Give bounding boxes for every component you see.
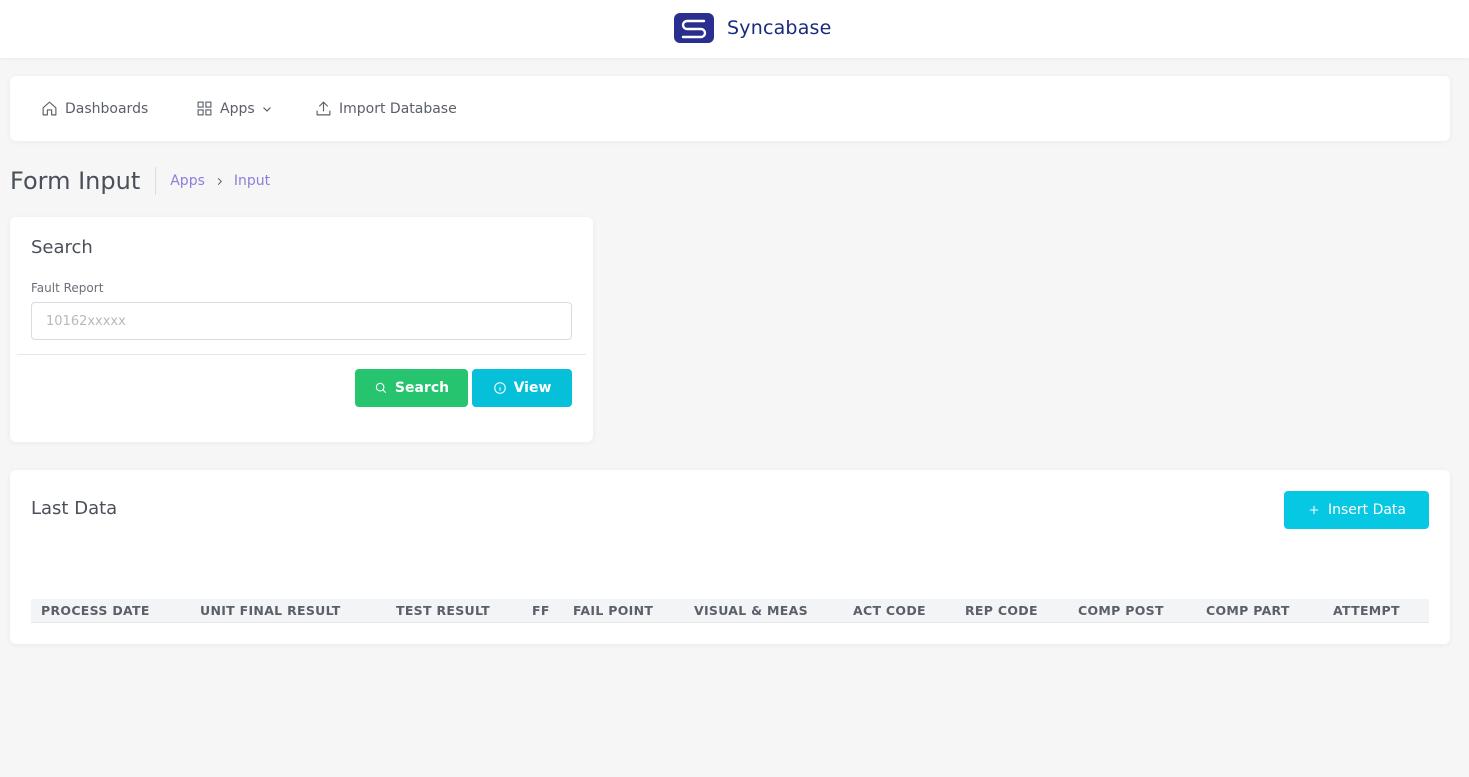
main-nav: Dashboards Apps Import Database [10, 76, 1450, 141]
column-header-process-date[interactable]: PROCESS DATE [41, 599, 150, 623]
nav-item-dashboards[interactable]: Dashboards [41, 76, 148, 141]
column-header-fail-point[interactable]: FAIL POINT [573, 599, 653, 623]
fault-report-label: Fault Report [31, 281, 104, 295]
breadcrumb-apps[interactable]: Apps [170, 173, 205, 189]
search-button-label: Search [394, 380, 450, 396]
header-divider [155, 167, 157, 195]
page-header: Form Input Apps Input [10, 163, 270, 199]
search-button[interactable]: Search [355, 369, 468, 407]
view-button[interactable]: View [472, 369, 572, 407]
nav-item-import-database[interactable]: Import Database [315, 76, 457, 141]
fault-report-input[interactable] [31, 302, 572, 340]
breadcrumb-input: Input [233, 173, 271, 189]
view-button-label: View [513, 380, 552, 396]
nav-item-label: Apps [220, 100, 255, 117]
insert-data-label: Insert Data [1327, 502, 1407, 518]
brand[interactable]: Syncabase [673, 11, 832, 45]
nav-item-label: Dashboards [65, 100, 149, 117]
home-icon [42, 101, 57, 116]
card-divider [17, 354, 586, 355]
info-icon [493, 382, 506, 394]
nav-item-apps[interactable]: Apps [196, 76, 273, 141]
insert-data-button[interactable]: Insert Data [1284, 491, 1429, 529]
nav-item-label: Import Database [339, 100, 457, 117]
plus-icon [1309, 505, 1319, 515]
column-header-unit-final-result[interactable]: UNIT FINAL RESULT [200, 599, 341, 623]
chevron-right-icon [217, 177, 222, 185]
last-data-title: Last Data [31, 498, 118, 519]
column-header-attempt[interactable]: ATTEMPT [1333, 599, 1400, 623]
last-data-card: Last Data Insert Data PROCESS DATE UNIT … [10, 470, 1450, 644]
column-header-visual-meas[interactable]: VISUAL & MEAS [694, 599, 808, 623]
top-bar: Syncabase [0, 0, 1469, 58]
search-card: Search Fault Report Search View [10, 217, 593, 442]
search-icon [375, 382, 386, 394]
column-header-ff[interactable]: FF [532, 599, 550, 623]
syncabase-logo-icon [674, 13, 714, 43]
breadcrumb: Apps Input [170, 173, 270, 189]
chevron-down-icon [262, 106, 271, 112]
page-title: Form Input [10, 167, 141, 195]
upload-icon [316, 101, 331, 116]
grid-icon [197, 101, 212, 116]
column-header-test-result[interactable]: TEST RESULT [396, 599, 490, 623]
table-header: PROCESS DATE UNIT FINAL RESULT TEST RESU… [31, 599, 1429, 623]
column-header-rep-code[interactable]: REP CODE [965, 599, 1038, 623]
brand-name: Syncabase [727, 17, 832, 39]
column-header-comp-part[interactable]: COMP PART [1206, 599, 1290, 623]
column-header-act-code[interactable]: ACT CODE [853, 599, 926, 623]
column-header-comp-post[interactable]: COMP POST [1078, 599, 1164, 623]
search-card-title: Search [31, 237, 93, 258]
